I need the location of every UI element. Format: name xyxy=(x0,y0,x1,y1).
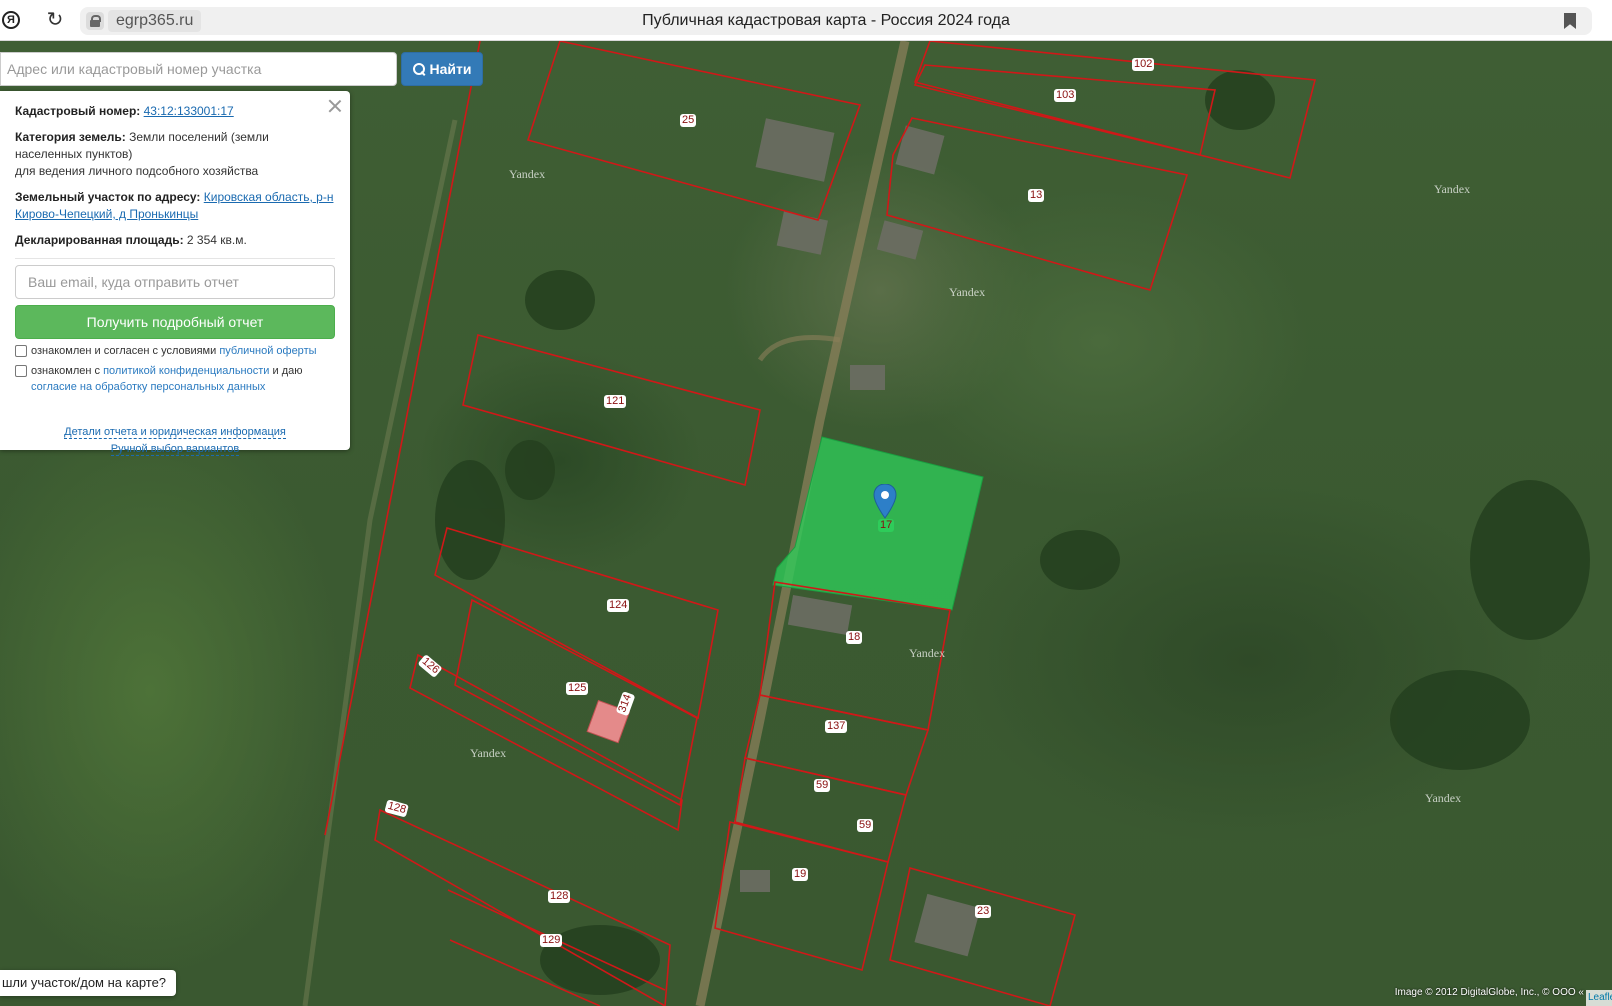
land-use-value: для ведения личного подсобного хозяйства xyxy=(15,164,259,178)
parcel-label[interactable]: 103 xyxy=(1054,85,1077,103)
parcel-label[interactable]: 125 xyxy=(566,678,589,696)
parcel-label[interactable]: 102 xyxy=(1132,54,1155,72)
parcel-103 xyxy=(913,64,1216,156)
cadastral-number-label: Кадастровый номер: xyxy=(15,104,141,118)
search-icon xyxy=(412,63,425,75)
search-button[interactable]: Найти xyxy=(401,52,483,86)
map-watermark: Yandex xyxy=(509,167,546,181)
leaflet-link[interactable]: Leaflet xyxy=(1586,990,1612,1006)
map-attribution: Image © 2012 DigitalGlobe, Inc., © ООО « xyxy=(1394,987,1584,998)
found-parcel-button[interactable]: шли участок/дом на карте? xyxy=(0,970,177,996)
parcel-label[interactable]: 23 xyxy=(975,901,992,919)
reload-icon[interactable]: ↻ xyxy=(44,9,66,31)
manual-selection-link[interactable]: Ручной выбор вариантов xyxy=(110,443,240,456)
address-row: Земельный участок по адресу: Кировская о… xyxy=(15,189,335,223)
map-watermark: Yandex xyxy=(909,646,946,660)
parcel-125 xyxy=(454,598,698,807)
parcel-label[interactable]: 124 xyxy=(607,595,630,613)
parcel-label[interactable]: 59 xyxy=(857,815,874,833)
parcel-label[interactable]: 128 xyxy=(548,886,571,904)
personal-data-consent-link[interactable]: согласие на обработку персональных данны… xyxy=(31,381,265,393)
area-value: 2 354 кв.м. xyxy=(186,233,247,247)
browser-toolbar: Я ↻ egrp365.ru Публичная кадастровая кар… xyxy=(0,0,1612,41)
offer-consent-text: ознакомлен и согласен с условиями xyxy=(31,345,217,357)
panel-footer-links: Детали отчета и юридическая информация Р… xyxy=(15,424,335,458)
public-offer-link[interactable]: публичной оферты xyxy=(219,345,316,357)
divider xyxy=(15,258,335,259)
cadastral-number-link[interactable]: 43:12:133001:17 xyxy=(144,104,234,118)
parcel-126 xyxy=(409,653,683,832)
parcel-label[interactable]: 18 xyxy=(846,627,863,645)
area-label: Декларированная площадь: xyxy=(15,233,184,247)
domain-chip[interactable]: egrp365.ru xyxy=(108,10,202,32)
land-category-label: Категория земель: xyxy=(15,130,126,144)
map-watermark: Yandex xyxy=(1434,182,1471,196)
offer-consent-checkbox[interactable] xyxy=(15,345,27,357)
cadastral-number-row: Кадастровый номер: 43:12:133001:17 xyxy=(15,103,335,120)
get-report-button[interactable]: Получить подробный отчет xyxy=(15,305,335,339)
land-category-row: Категория земель: Земли поселений (земли… xyxy=(15,129,335,180)
parcel-label[interactable]: 25 xyxy=(680,110,697,128)
yandex-browser-icon[interactable]: Я xyxy=(2,11,20,29)
map-watermark: Yandex xyxy=(1425,791,1462,805)
area-row: Декларированная площадь: 2 354 кв.м. xyxy=(15,232,335,249)
parcel-137 xyxy=(744,694,930,796)
address-label: Земельный участок по адресу: xyxy=(15,190,201,204)
parcel-19 xyxy=(714,821,889,971)
email-field[interactable] xyxy=(15,265,335,299)
offer-consent-row: ознакомлен и согласен с условиями публич… xyxy=(15,343,335,359)
close-icon[interactable] xyxy=(328,99,342,113)
parcel-label[interactable]: 121 xyxy=(604,391,627,409)
privacy-consent-text-a: ознакомлен с xyxy=(31,365,101,377)
parcel-label[interactable]: 59 xyxy=(814,775,831,793)
report-details-link[interactable]: Детали отчета и юридическая информация xyxy=(64,426,286,439)
privacy-consent-text-b: и даю xyxy=(272,365,303,377)
privacy-consent-checkbox[interactable] xyxy=(15,365,27,377)
lock-icon[interactable] xyxy=(86,12,104,30)
parcel-59 xyxy=(734,757,907,863)
search-button-label: Найти xyxy=(429,61,472,77)
search-input[interactable] xyxy=(0,52,397,86)
parcel-label[interactable]: 137 xyxy=(825,716,848,734)
parcel-label[interactable]: 17 xyxy=(878,515,895,533)
page-title: Публичная кадастровая карта - Россия 202… xyxy=(642,12,1010,29)
privacy-consent-row: ознакомлен с политикой конфиденциальност… xyxy=(15,363,335,395)
map-watermark: Yandex xyxy=(470,746,507,760)
privacy-policy-link[interactable]: политикой конфиденциальности xyxy=(103,365,269,377)
map-watermark: Yandex xyxy=(949,285,986,299)
parcel-label[interactable]: 129 xyxy=(540,930,563,948)
parcel-label[interactable]: 19 xyxy=(792,864,809,882)
parcel-label[interactable]: 13 xyxy=(1028,185,1045,203)
parcel-info-panel: Кадастровый номер: 43:12:133001:17 Катег… xyxy=(0,91,350,456)
